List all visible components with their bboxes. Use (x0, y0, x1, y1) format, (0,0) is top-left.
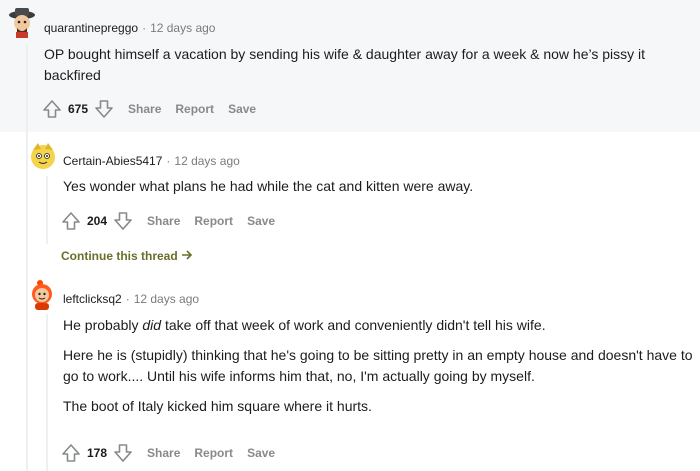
text-segment: take off that week of work and convenien… (161, 317, 546, 333)
comment-3: leftclicksq2 · 12 days ago He probably did… (0, 270, 700, 471)
report-button[interactable]: Report (194, 214, 233, 228)
upvote-icon[interactable] (61, 211, 81, 231)
comment-body: He probably did take off that week of wo… (63, 315, 699, 426)
continue-thread-link[interactable]: Continue this thread (61, 249, 193, 263)
upvote-icon[interactable] (61, 443, 81, 463)
timestamp[interactable]: 12 days ago (134, 292, 199, 306)
arrow-right-icon[interactable] (181, 249, 193, 263)
username[interactable]: Certain-Abies5417 (63, 154, 162, 168)
text-segment: He probably (63, 317, 143, 333)
comment-text: Yes wonder what plans he had while the c… (63, 178, 474, 194)
comment-body: Yes wonder what plans he had while the c… (63, 176, 693, 206)
thread-line[interactable] (46, 176, 48, 244)
downvote-icon[interactable] (94, 99, 114, 119)
timestamp[interactable]: 12 days ago (174, 154, 239, 168)
username[interactable]: leftclicksq2 (63, 292, 122, 306)
share-button[interactable]: Share (147, 446, 180, 460)
report-button[interactable]: Report (194, 446, 233, 460)
comment-body: OP bought himself a vacation by sending … (44, 44, 694, 95)
comment-2: Certain-Abies5417 · 12 days ago Yes wonder… (0, 132, 700, 270)
share-button[interactable]: Share (147, 214, 180, 228)
comment-meta: Certain-Abies5417 · 12 days ago (63, 154, 240, 168)
timestamp[interactable]: 12 days ago (150, 21, 215, 35)
downvote-icon[interactable] (113, 443, 133, 463)
comment-actions: 204 Share Report Save (61, 211, 275, 231)
vote-count: 675 (68, 102, 89, 116)
comment-actions: 178 Share Report Save (61, 443, 275, 463)
comment-paragraph-1: He probably did take off that week of wo… (63, 315, 699, 336)
avatar-orange-icon[interactable] (26, 278, 58, 310)
comment-meta: leftclicksq2 · 12 days ago (63, 292, 200, 306)
vote-count: 178 (87, 446, 108, 460)
upvote-icon[interactable] (42, 99, 62, 119)
avatar-hat-icon[interactable] (6, 6, 38, 38)
report-button[interactable]: Report (175, 102, 214, 116)
comment-1: quarantinepreggo · 12 days ago OP bought h… (0, 0, 700, 132)
save-button[interactable]: Save (247, 214, 275, 228)
comment-paragraph-3: The boot of Italy kicked him square wher… (63, 398, 372, 414)
downvote-icon[interactable] (113, 211, 133, 231)
avatar-yellow-icon[interactable] (28, 140, 60, 172)
continue-thread-label[interactable]: Continue this thread (61, 249, 178, 263)
vote-count: 204 (87, 214, 108, 228)
save-button[interactable]: Save (228, 102, 256, 116)
comment-meta: quarantinepreggo · 12 days ago (44, 21, 216, 35)
comment-actions: 675 Share Report Save (42, 99, 256, 119)
comment-text: OP bought himself a vacation by sending … (44, 46, 646, 83)
save-button[interactable]: Save (247, 446, 275, 460)
share-button[interactable]: Share (128, 102, 161, 116)
username[interactable]: quarantinepreggo (44, 21, 138, 35)
comment-paragraph-2: Here he is (stupidly) thinking that he's… (63, 347, 693, 384)
thread-line[interactable] (26, 44, 28, 132)
emphasis-text: did (142, 317, 162, 333)
thread-line[interactable] (46, 314, 48, 471)
